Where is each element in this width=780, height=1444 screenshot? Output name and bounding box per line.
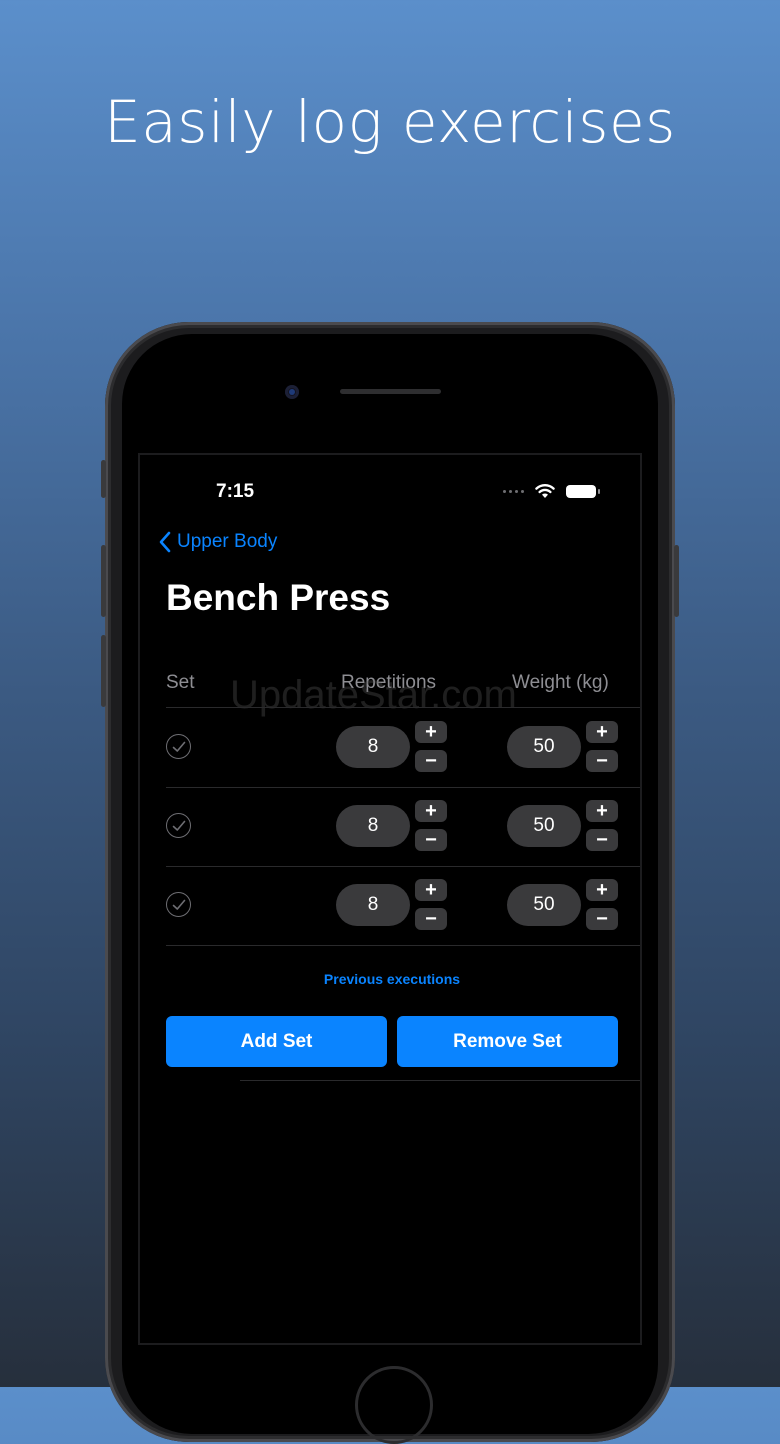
earpiece: [340, 389, 441, 394]
weight-decrement-button[interactable]: −: [586, 829, 618, 851]
battery-icon: [566, 484, 600, 498]
reps-increment-button[interactable]: +: [415, 721, 447, 743]
status-time: 7:15: [216, 481, 255, 502]
weight-decrement-button[interactable]: −: [586, 908, 618, 930]
checkmark-icon: [172, 899, 185, 910]
remove-set-button[interactable]: Remove Set: [397, 1016, 618, 1067]
weight-increment-button[interactable]: +: [586, 879, 618, 901]
reps-decrement-button[interactable]: −: [415, 908, 447, 930]
reps-value[interactable]: 8: [336, 726, 410, 768]
home-button: [355, 1366, 433, 1444]
weight-increment-button[interactable]: +: [586, 800, 618, 822]
signal-icon: [503, 489, 524, 493]
back-label: Upper Body: [177, 531, 278, 552]
set-row: 8 + − 50 + −: [140, 708, 644, 787]
header-repetitions: Repetitions: [341, 672, 437, 693]
weight-value[interactable]: 50: [507, 805, 581, 847]
headline: Easily log exercises: [104, 88, 676, 156]
divider: [166, 945, 640, 946]
set-complete-checkbox[interactable]: [166, 813, 191, 838]
header-set: Set: [166, 672, 195, 693]
divider: [240, 1080, 640, 1081]
volume-down-button: [101, 635, 106, 707]
reps-value[interactable]: 8: [336, 805, 410, 847]
set-complete-checkbox[interactable]: [166, 734, 191, 759]
wifi-icon: [535, 484, 555, 498]
checkmark-icon: [172, 741, 185, 752]
reps-increment-button[interactable]: +: [415, 879, 447, 901]
status-icons: [503, 483, 600, 499]
reps-decrement-button[interactable]: −: [415, 750, 447, 772]
header-weight: Weight (kg): [512, 672, 609, 693]
add-set-button[interactable]: Add Set: [166, 1016, 387, 1067]
volume-up-button: [101, 545, 106, 617]
weight-decrement-button[interactable]: −: [586, 750, 618, 772]
front-camera: [285, 385, 299, 399]
reps-decrement-button[interactable]: −: [415, 829, 447, 851]
weight-increment-button[interactable]: +: [586, 721, 618, 743]
weight-value[interactable]: 50: [507, 726, 581, 768]
app-screen: 7:15 Upper Body Bench Press Set Repetiti…: [138, 453, 642, 1345]
weight-value[interactable]: 50: [507, 884, 581, 926]
power-button: [674, 545, 679, 617]
previous-executions-link[interactable]: Previous executions: [140, 971, 644, 987]
checkmark-icon: [172, 820, 185, 831]
back-button[interactable]: Upper Body: [158, 531, 277, 553]
reps-value[interactable]: 8: [336, 884, 410, 926]
set-row: 8 + − 50 + −: [140, 866, 644, 945]
page-title: Bench Press: [166, 577, 391, 618]
reps-increment-button[interactable]: +: [415, 800, 447, 822]
set-complete-checkbox[interactable]: [166, 892, 191, 917]
set-row: 8 + − 50 + −: [140, 787, 644, 866]
mute-switch: [101, 460, 106, 498]
chevron-left-icon: [159, 531, 171, 553]
